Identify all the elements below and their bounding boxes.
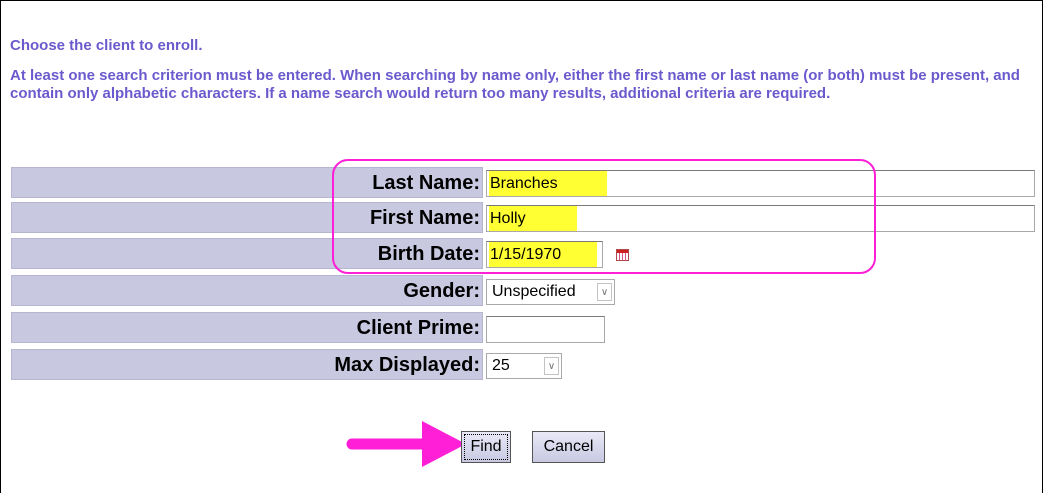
row-max-displayed: Max Displayed: 25 ∨	[11, 349, 1035, 382]
row-birth-date: Birth Date:	[11, 238, 1035, 271]
calendar-icon[interactable]	[616, 249, 629, 261]
birth-date-input[interactable]	[486, 241, 603, 268]
client-prime-input[interactable]	[486, 316, 605, 343]
first-name-input[interactable]	[486, 205, 1035, 232]
cancel-button[interactable]: Cancel	[532, 431, 605, 463]
instructions: Choose the client to enroll. At least on…	[10, 37, 1020, 103]
last-name-input[interactable]	[486, 170, 1035, 197]
gender-selected-value: Unspecified	[492, 283, 576, 300]
client-prime-label: Client Prime:	[11, 312, 483, 343]
first-name-label: First Name:	[11, 202, 483, 233]
last-name-label: Last Name:	[11, 167, 483, 198]
instructions-heading: Choose the client to enroll.	[10, 37, 203, 54]
chevron-down-icon[interactable]: ∨	[597, 283, 612, 301]
gender-select[interactable]: Unspecified ∨	[486, 279, 615, 305]
row-first-name: First Name:	[11, 202, 1035, 235]
birth-date-label: Birth Date:	[11, 238, 483, 269]
max-displayed-label: Max Displayed:	[11, 349, 483, 380]
find-button[interactable]: Find	[461, 431, 511, 463]
row-client-prime: Client Prime:	[11, 312, 1035, 345]
chevron-down-icon[interactable]: ∨	[544, 357, 559, 375]
instructions-body: At least one search criterion must be en…	[10, 67, 1020, 102]
row-gender: Gender: Unspecified ∨	[11, 275, 1035, 308]
max-displayed-selected-value: 25	[492, 357, 510, 374]
row-last-name: Last Name:	[11, 167, 1035, 200]
max-displayed-select[interactable]: 25 ∨	[486, 353, 562, 379]
gender-label: Gender:	[11, 275, 483, 306]
